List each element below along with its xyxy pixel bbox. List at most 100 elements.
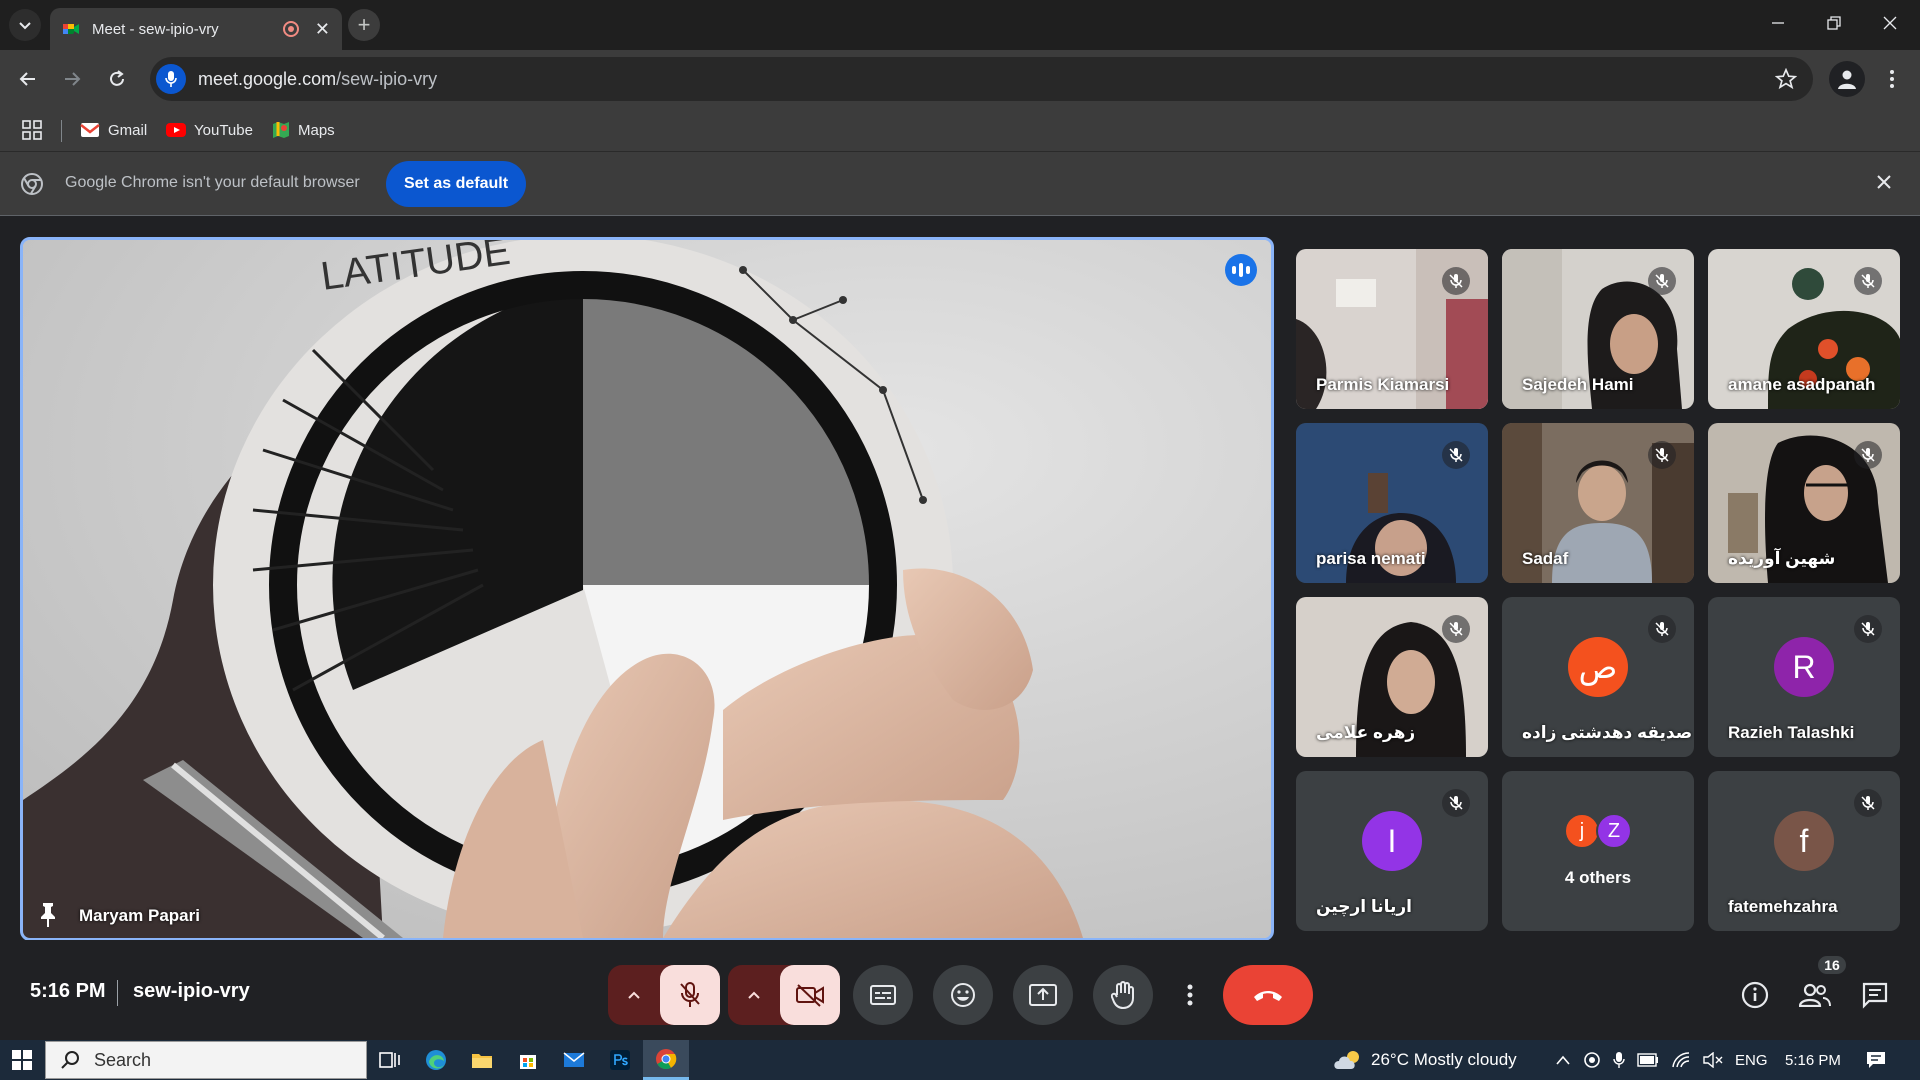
back-button[interactable] (11, 62, 45, 96)
participant-tile[interactable]: parisa nemati (1296, 423, 1488, 583)
youtube-icon (166, 123, 186, 137)
emoji-icon (951, 983, 975, 1007)
participant-avatar: R (1774, 637, 1834, 697)
taskbar-photoshop[interactable] (597, 1040, 643, 1080)
pinned-video-tile[interactable]: LATITUDE Maryam Papari (20, 237, 1274, 941)
input-language[interactable]: ENG (1735, 1052, 1768, 1069)
taskbar-chrome[interactable] (643, 1040, 689, 1080)
meeting-details-button[interactable] (1735, 975, 1775, 1015)
participant-tile[interactable]: amane asadpanah (1708, 249, 1900, 409)
others-tile[interactable]: j Z 4 others (1502, 771, 1694, 931)
mail-icon (563, 1052, 585, 1067)
bookmark-maps[interactable]: Maps (272, 116, 335, 144)
participant-tile[interactable]: R Razieh Talashki (1708, 597, 1900, 757)
muted-mic-icon (1442, 615, 1470, 643)
microphone-off-icon (680, 982, 700, 1007)
leave-call-button[interactable] (1223, 965, 1313, 1025)
profile-button[interactable] (1829, 61, 1865, 97)
address-bar[interactable]: meet.google.com/sew-ipio-vry (150, 57, 1813, 101)
participant-tile[interactable]: I اریانا ارچین (1296, 771, 1488, 931)
video-settings-button[interactable] (728, 965, 780, 1025)
microphone-icon[interactable] (1613, 1051, 1625, 1069)
bookmarks-bar: Gmail YouTube Maps (0, 108, 1920, 152)
participant-name: صدیقه دهدشتی زاده (1522, 723, 1693, 742)
people-icon (1799, 983, 1831, 1007)
chevron-up-icon[interactable] (1555, 1054, 1571, 1066)
participant-name: Razieh Talashki (1728, 723, 1855, 742)
toggle-camera-button[interactable] (780, 965, 840, 1025)
new-tab-button[interactable]: + (348, 9, 380, 41)
person-icon (1838, 70, 1856, 89)
bookmark-gmail[interactable]: Gmail (80, 116, 147, 144)
participant-tile[interactable]: Sajedeh Hami (1502, 249, 1694, 409)
reload-icon (110, 70, 124, 86)
meeting-time: 5:16 PM (30, 980, 106, 1002)
participant-tile[interactable]: Parmis Kiamarsi (1296, 249, 1488, 409)
minimize-icon (1772, 22, 1784, 24)
chevron-down-icon (19, 22, 31, 30)
taskbar-store[interactable] (505, 1040, 551, 1080)
participant-avatar: j (1564, 813, 1600, 849)
taskbar-mail[interactable] (551, 1040, 597, 1080)
windows-start-icon[interactable] (12, 1050, 32, 1070)
edge-browser-icon (426, 1050, 446, 1070)
reactions-button[interactable] (933, 965, 993, 1025)
store-icon (520, 1055, 536, 1069)
more-vertical-icon (1187, 984, 1193, 1006)
url-text: meet.google.com/sew-ipio-vry (198, 69, 437, 90)
browser-tab-meet[interactable]: Meet - sew-ipio-vry ✕ (50, 8, 342, 50)
apps-grid-icon (22, 120, 42, 140)
people-button[interactable] (1795, 975, 1835, 1015)
minimize-button[interactable] (1750, 0, 1806, 46)
raise-hand-button[interactable] (1093, 965, 1153, 1025)
taskbar-edge[interactable] (413, 1040, 459, 1080)
close-infobar-icon[interactable] (1874, 172, 1894, 192)
site-microphone-indicator[interactable] (156, 64, 186, 94)
set-as-default-button[interactable]: Set as default (386, 161, 526, 207)
participant-tile[interactable]: f fatemehzahra (1708, 771, 1900, 931)
more-options-button[interactable] (1173, 965, 1207, 1025)
participant-name: Sadaf (1522, 549, 1569, 568)
participant-tile[interactable]: شهین آوریده (1708, 423, 1900, 583)
present-screen-button[interactable] (1013, 965, 1073, 1025)
bookmark-youtube[interactable]: YouTube (166, 116, 253, 144)
wifi-icon[interactable] (1671, 1052, 1691, 1068)
url-path: /sew-ipio-vry (336, 68, 438, 89)
battery-icon[interactable] (1637, 1053, 1659, 1067)
taskbar-clock[interactable]: 5:16 PM (1785, 1040, 1841, 1080)
weather-widget[interactable]: 26°C Mostly cloudy (1333, 1040, 1517, 1080)
chevron-up-icon (628, 991, 640, 999)
present-screen-icon (1029, 984, 1057, 1006)
participant-tile[interactable]: زهره علامی (1296, 597, 1488, 757)
participant-tile[interactable]: Sadaf (1502, 423, 1694, 583)
google-meet-favicon-icon (63, 24, 79, 34)
close-window-button[interactable] (1862, 0, 1918, 46)
tab-search-button[interactable] (9, 9, 41, 41)
participant-name: زهره علامی (1316, 723, 1416, 742)
muted-mic-icon (1648, 441, 1676, 469)
reload-button[interactable] (100, 62, 134, 96)
participant-name: Sajedeh Hami (1522, 375, 1634, 394)
recording-tray-icon[interactable] (1583, 1051, 1601, 1069)
system-tray: ENG (1555, 1040, 1768, 1080)
audio-settings-button[interactable] (608, 965, 660, 1025)
captions-button[interactable] (853, 965, 913, 1025)
chrome-menu-button[interactable] (1880, 64, 1904, 94)
toggle-microphone-button[interactable] (660, 965, 720, 1025)
recording-indicator-icon (282, 21, 299, 37)
taskbar-search-box[interactable]: Search (45, 1041, 367, 1079)
pin-icon[interactable] (37, 902, 59, 928)
task-view-button[interactable] (367, 1040, 413, 1080)
restore-button[interactable] (1806, 0, 1862, 46)
apps-button[interactable] (22, 116, 42, 144)
muted-mic-icon (1648, 267, 1676, 295)
chat-button[interactable] (1855, 975, 1895, 1015)
participant-tile[interactable]: ص صدیقه دهدشتی زاده (1502, 597, 1694, 757)
forward-button[interactable] (55, 62, 89, 96)
notifications-button[interactable] (1866, 1040, 1886, 1080)
taskbar-file-explorer[interactable] (459, 1040, 505, 1080)
bookmark-star-icon[interactable] (1775, 68, 1797, 90)
closed-captions-icon (870, 985, 896, 1005)
volume-muted-icon[interactable] (1703, 1052, 1723, 1068)
tab-close-icon[interactable]: ✕ (315, 19, 330, 40)
